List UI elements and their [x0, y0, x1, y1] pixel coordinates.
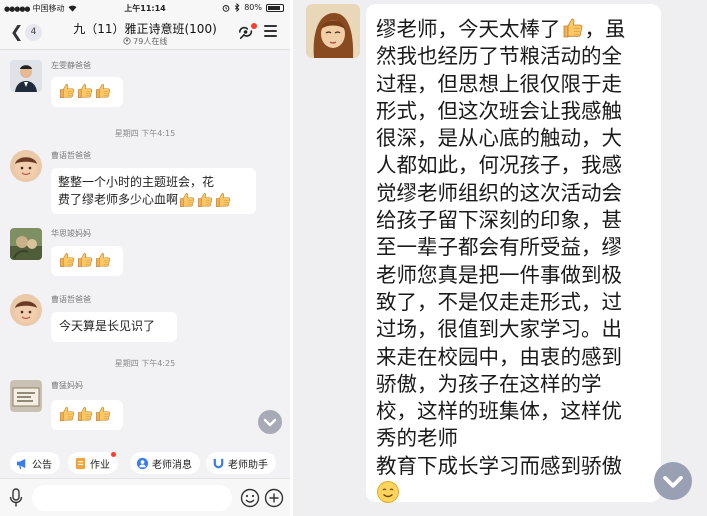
thumbs-up-icon: [94, 251, 112, 269]
smile-icon: [377, 481, 399, 504]
message-line: 过程，但思想上很仅限于走: [376, 71, 622, 96]
chip-label: 老师消息: [152, 459, 192, 471]
chevron-down-icon: [258, 410, 282, 434]
phone-chat-screen: ●●●●● 中国移动 上午11:14 80% ❮ 4 九（11）雅正诗意班(10…: [0, 0, 290, 516]
sender-name: 曹语哲爸爸: [51, 295, 91, 304]
thumbs-up-icon: [561, 16, 585, 40]
chevron-down-icon: [654, 462, 692, 500]
zoomed-message-text: 缪老师，今天太棒了 ，虽 然我也经历了节粮活动的全 过程，但思想上很仅限于走 形式…: [376, 16, 666, 507]
online-icon: [123, 37, 131, 45]
message-line: 教育下成长学习而感到骄傲: [376, 453, 622, 478]
zoomed-message-panel: 缪老师，今天太棒了 ，虽 然我也经历了节粮活动的全 过程，但思想上很仅限于走 形式…: [293, 0, 707, 516]
megaphone-icon: [16, 458, 26, 469]
message-line: 人都如此，何况孩子，我感: [376, 153, 622, 178]
chip-label: 作业: [90, 459, 110, 471]
alarm-icon: [222, 4, 230, 12]
emoji-icon[interactable]: [240, 488, 260, 508]
message-line: 至一辈子都会有所受益，缪: [376, 235, 622, 260]
message-line-row: 缪老师，今天太棒了 ，虽: [376, 16, 666, 43]
thumbs-up-icon: [58, 82, 76, 100]
message-line: 整整一个小时的主题班会，花: [58, 175, 215, 189]
chat-header: ❮ 4 九（11）雅正诗意班(100) 79人在线: [0, 16, 290, 50]
message-line-row: [376, 480, 666, 507]
message-bubble[interactable]: [51, 400, 123, 430]
sender-name: 曹语哲爸爸: [51, 151, 91, 160]
thumbs-up-icon: [58, 405, 76, 423]
avatar[interactable]: [10, 380, 42, 412]
avatar[interactable]: [306, 4, 360, 58]
quick-actions-bar: 公告 作业 老师消息 老师助手: [0, 450, 290, 476]
teacher-message-icon: [136, 457, 149, 469]
thumbs-up-icon: [196, 191, 214, 209]
message-line: 校，这样的班集体，这样优: [376, 399, 622, 424]
message-line: 缪老师，今天太棒了: [376, 17, 561, 41]
sender-name: 曹猛妈妈: [51, 381, 83, 390]
magnet-icon: [213, 458, 224, 468]
homework-icon: [75, 457, 86, 469]
message-line: 老师您真是把一件事做到极: [376, 262, 622, 287]
thumbs-up-icon: [214, 191, 232, 209]
message-line: 来走在校园中，由衷的感到: [376, 344, 622, 369]
scroll-to-bottom-button[interactable]: [258, 410, 282, 434]
thumbs-up-icon: [76, 82, 94, 100]
message-bubble[interactable]: [51, 77, 123, 107]
message-line: 形式，但这次班会让我感触: [376, 98, 622, 123]
teacher-assistant-chip[interactable]: 老师助手: [206, 452, 276, 474]
homework-chip[interactable]: 作业: [68, 452, 118, 474]
timestamp: 星期四 下午4:15: [114, 129, 176, 138]
message-line: 费了缪老师多少心血啊: [58, 192, 179, 207]
plus-icon[interactable]: [264, 488, 284, 508]
message-line: 秀的老师: [376, 426, 458, 451]
message-line: 很深，是从心底的触动，大: [376, 126, 622, 151]
chip-label: 公告: [32, 459, 52, 471]
avatar[interactable]: [10, 60, 42, 92]
microphone-icon[interactable]: [8, 488, 24, 508]
notification-dot: [251, 23, 257, 29]
message-line: 给孩子留下深刻的印象，甚: [376, 208, 622, 233]
homework-badge-dot: [111, 452, 116, 457]
status-right: 80%: [222, 3, 284, 12]
avatar[interactable]: [10, 294, 42, 326]
scroll-to-bottom-button[interactable]: [654, 462, 692, 500]
battery-icon: [266, 3, 284, 12]
thumbs-up-icon: [76, 251, 94, 269]
message-bubble[interactable]: 今天算是长见识了: [51, 312, 177, 342]
message-bubble[interactable]: 整整一个小时的主题班会，花 费了缪老师多少心血啊: [51, 168, 256, 214]
message-composer: [0, 478, 290, 516]
message-line: 骄傲，为孩子在这样的学: [376, 371, 602, 396]
timestamp: 星期四 下午4:25: [114, 359, 176, 368]
thumbs-up-icon: [76, 405, 94, 423]
message-bubble[interactable]: [51, 246, 123, 276]
thumbs-up-icon: [94, 82, 112, 100]
online-count-label: 79人在线: [133, 37, 168, 46]
message-text: 今天算是长见识了: [59, 319, 156, 333]
announcement-chip[interactable]: 公告: [10, 452, 60, 474]
thumbs-up-icon: [94, 405, 112, 423]
message-line: 致了，不是仅走走形式，过: [376, 289, 622, 314]
menu-icon[interactable]: [264, 25, 277, 37]
sender-name: 华思竣妈妈: [51, 229, 91, 238]
message-line: 然我也经历了节粮活动的全: [376, 44, 622, 69]
teacher-messages-chip[interactable]: 老师消息: [130, 452, 200, 474]
thumbs-up-icon: [178, 191, 196, 209]
message-line: 觉缪老师组织的这次活动会: [376, 180, 622, 205]
message-input[interactable]: [32, 485, 232, 511]
message-line: 过场，很值到大家学习。出: [376, 317, 622, 342]
message-line-tail: ，虽: [584, 17, 626, 41]
thumbs-up-icon: [58, 251, 76, 269]
status-bar: ●●●●● 中国移动 上午11:14 80%: [0, 0, 290, 16]
sender-name: 左雯静爸爸: [51, 61, 91, 70]
avatar[interactable]: [10, 228, 42, 260]
message-line-row: 费了缪老师多少心血啊: [58, 191, 249, 209]
battery-percent: 80%: [244, 3, 262, 12]
chip-label: 老师助手: [228, 459, 268, 471]
bluetooth-icon: [235, 3, 240, 12]
avatar[interactable]: [10, 150, 42, 182]
